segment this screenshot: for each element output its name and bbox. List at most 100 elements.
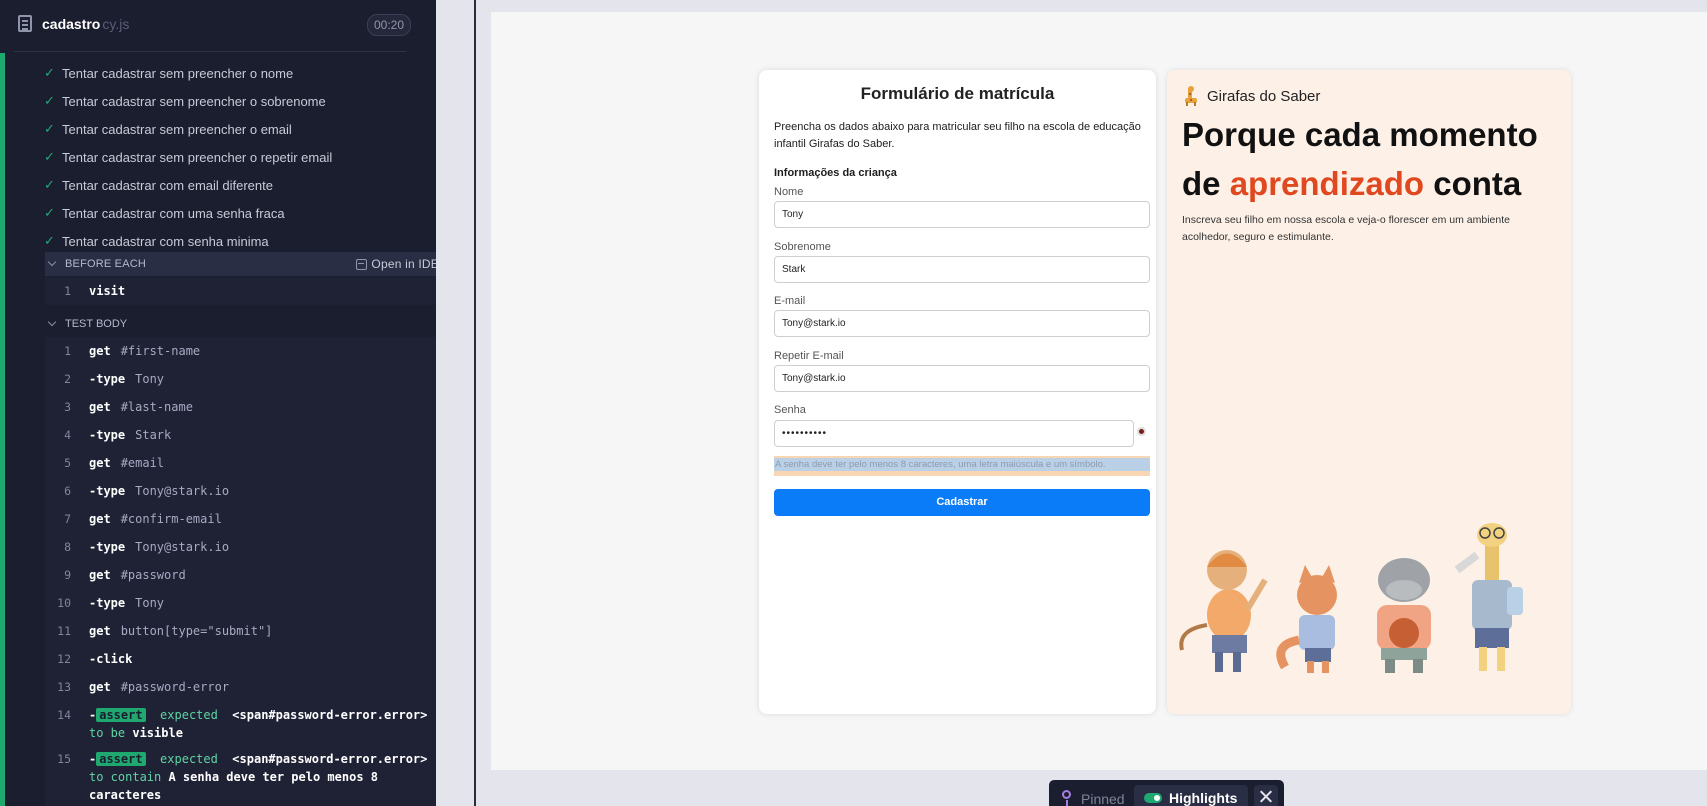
check-icon: ✓ <box>44 233 55 248</box>
before-each-hook-header[interactable]: BEFORE EACH Open in IDE <box>45 252 436 276</box>
command-row[interactable]: 8 -type Tony@stark.io <box>45 533 436 561</box>
headline: Porque cada momento de aprendizado conta <box>1182 110 1567 208</box>
command-list: 1 get #first-name 2 -type Tony 3 get #last-nam… <box>45 337 436 806</box>
command-number: 9 <box>64 568 71 582</box>
promo-card: Girafas do Saber Porque cada momento de … <box>1167 70 1571 714</box>
open-in-ide-button[interactable]: Open in IDE <box>356 257 436 271</box>
close-icon[interactable] <box>1254 785 1278 806</box>
confirm-email-input[interactable]: Tony@stark.io <box>774 365 1150 392</box>
hippo-figure <box>1377 558 1431 673</box>
pin-icon <box>1062 790 1071 806</box>
open-in-ide-label: Open in IDE <box>371 257 436 271</box>
command-row[interactable]: 3 get #last-name <box>45 393 436 421</box>
command-name: -type <box>89 484 126 498</box>
command-row[interactable]: 7 get #confirm-email <box>45 505 436 533</box>
command-arg: Tony <box>135 596 165 610</box>
command-row[interactable]: 11 get button[type="submit"] <box>45 617 436 645</box>
command-number: 12 <box>57 652 71 666</box>
first-name-input[interactable]: Tony <box>774 201 1150 228</box>
command-arg: #password-error <box>120 680 230 694</box>
command-name: -type <box>89 428 126 442</box>
command-arg: Tony@stark.io <box>135 540 230 554</box>
test-list: ✓ Tentar cadastrar sem preencher o nome ✓… <box>44 59 404 255</box>
email-input[interactable]: Tony@stark.io <box>774 310 1150 337</box>
command-name: get <box>89 568 111 582</box>
last-name-input[interactable]: Stark <box>774 256 1150 283</box>
command-row[interactable]: 2 -type Tony <box>45 365 436 393</box>
command-name: -click <box>89 652 133 666</box>
test-title: Tentar cadastrar sem preencher o sobreno… <box>62 93 326 109</box>
chevron-down-icon <box>47 257 57 267</box>
command-name: -type <box>89 540 126 554</box>
test-item[interactable]: ✓ Tentar cadastrar sem preencher o nome <box>44 59 404 87</box>
command-number: 13 <box>57 680 71 694</box>
highlights-toggle[interactable]: Highlights <box>1134 785 1248 806</box>
test-item[interactable]: ✓ Tentar cadastrar com senha minima <box>44 227 404 255</box>
toggle-switch[interactable] <box>1144 793 1162 803</box>
command-number: 2 <box>64 372 71 386</box>
command-arg: Tony <box>135 372 165 386</box>
assert-row[interactable]: 15 - assert expected <span#password-error… <box>45 745 436 806</box>
duration-badge: 00:20 <box>366 14 411 36</box>
test-item[interactable]: ✓ Tentar cadastrar sem preencher o email <box>44 115 404 143</box>
command-row[interactable]: 5 get #email <box>45 449 436 477</box>
monkey-figure <box>1179 550 1268 672</box>
assert-keyword: to contain <box>89 770 162 784</box>
password-input[interactable]: •••••••••• <box>774 420 1134 447</box>
spec-extension: cy.js <box>102 16 130 32</box>
check-icon: ✓ <box>44 65 55 80</box>
promo-text: Inscreva seu filho em nossa escola e vej… <box>1182 214 1510 243</box>
command-arg: button[type="submit"] <box>120 624 273 638</box>
command-row[interactable]: 1 visit <box>45 277 436 305</box>
divider <box>14 51 406 52</box>
submit-button[interactable]: Cadastrar <box>774 489 1150 516</box>
assert-keyword: to be <box>89 726 126 740</box>
brand-name: Girafas do Saber <box>1207 87 1321 105</box>
spec-name: cadastro <box>42 16 101 32</box>
command-number: 4 <box>64 428 71 442</box>
command-name: -type <box>89 372 126 386</box>
eye-icon[interactable] <box>1137 427 1146 436</box>
enrollment-form-card: Formulário de matrícula Preencha os dado… <box>759 70 1156 714</box>
command-row[interactable]: 1 get #first-name <box>45 337 436 365</box>
assert-subject: <span#password-error.error> <box>232 752 428 766</box>
test-title: Tentar cadastrar sem preencher o email <box>62 121 292 137</box>
password-label: Senha <box>774 404 806 416</box>
command-arg: #last-name <box>120 400 193 414</box>
command-log-panel: cadastro cy.js 00:20 ✓ Tentar cadastrar se… <box>0 0 436 806</box>
form-intro: Preencha os dados abaixo para matricular… <box>774 121 1141 150</box>
command-name: get <box>89 680 111 694</box>
assert-subject: <span#password-error.error> <box>232 708 428 722</box>
test-item[interactable]: ✓ Tentar cadastrar com uma senha fraca <box>44 199 404 227</box>
command-row[interactable]: 13 get #password-error <box>45 673 436 701</box>
assert-value: A senha deve ter pelo menos 8 <box>168 770 378 784</box>
section-title: Informações da criança <box>774 167 897 179</box>
assert-row[interactable]: 14 - assert expected <span#password-error… <box>45 701 436 745</box>
test-title: Tentar cadastrar com senha minima <box>62 233 269 249</box>
pinned-label: Pinned <box>1081 791 1125 806</box>
check-icon: ✓ <box>44 205 55 220</box>
test-item[interactable]: ✓ Tentar cadastrar sem preencher o sobren… <box>44 87 404 115</box>
spec-title: cadastro cy.js <box>42 16 129 32</box>
last-name-label: Sobrenome <box>774 241 831 253</box>
command-name: get <box>89 624 111 638</box>
check-icon: ✓ <box>44 121 55 136</box>
test-title: Tentar cadastrar com email diferente <box>62 177 273 193</box>
command-number: 7 <box>64 512 71 526</box>
test-body-header[interactable]: TEST BODY <box>45 312 436 336</box>
command-row[interactable]: 10 -type Tony <box>45 589 436 617</box>
test-title: Tentar cadastrar sem preencher o nome <box>62 65 294 81</box>
test-item[interactable]: ✓ Tentar cadastrar com email diferente <box>44 171 404 199</box>
test-item[interactable]: ✓ Tentar cadastrar sem preencher o repeti… <box>44 143 404 171</box>
giraffe-icon <box>1185 86 1197 106</box>
command-row[interactable]: 9 get #password <box>45 561 436 589</box>
command-row[interactable]: 4 -type Stark <box>45 421 436 449</box>
panel-divider[interactable] <box>474 0 476 806</box>
command-row[interactable]: 12 -click <box>45 645 436 673</box>
assert-value: visible <box>132 726 183 740</box>
first-name-label: Nome <box>774 186 804 198</box>
spec-header: cadastro cy.js 00:20 <box>0 0 436 50</box>
assert-expected: expected <box>160 708 218 722</box>
command-number: 11 <box>57 624 71 638</box>
command-row[interactable]: 6 -type Tony@stark.io <box>45 477 436 505</box>
